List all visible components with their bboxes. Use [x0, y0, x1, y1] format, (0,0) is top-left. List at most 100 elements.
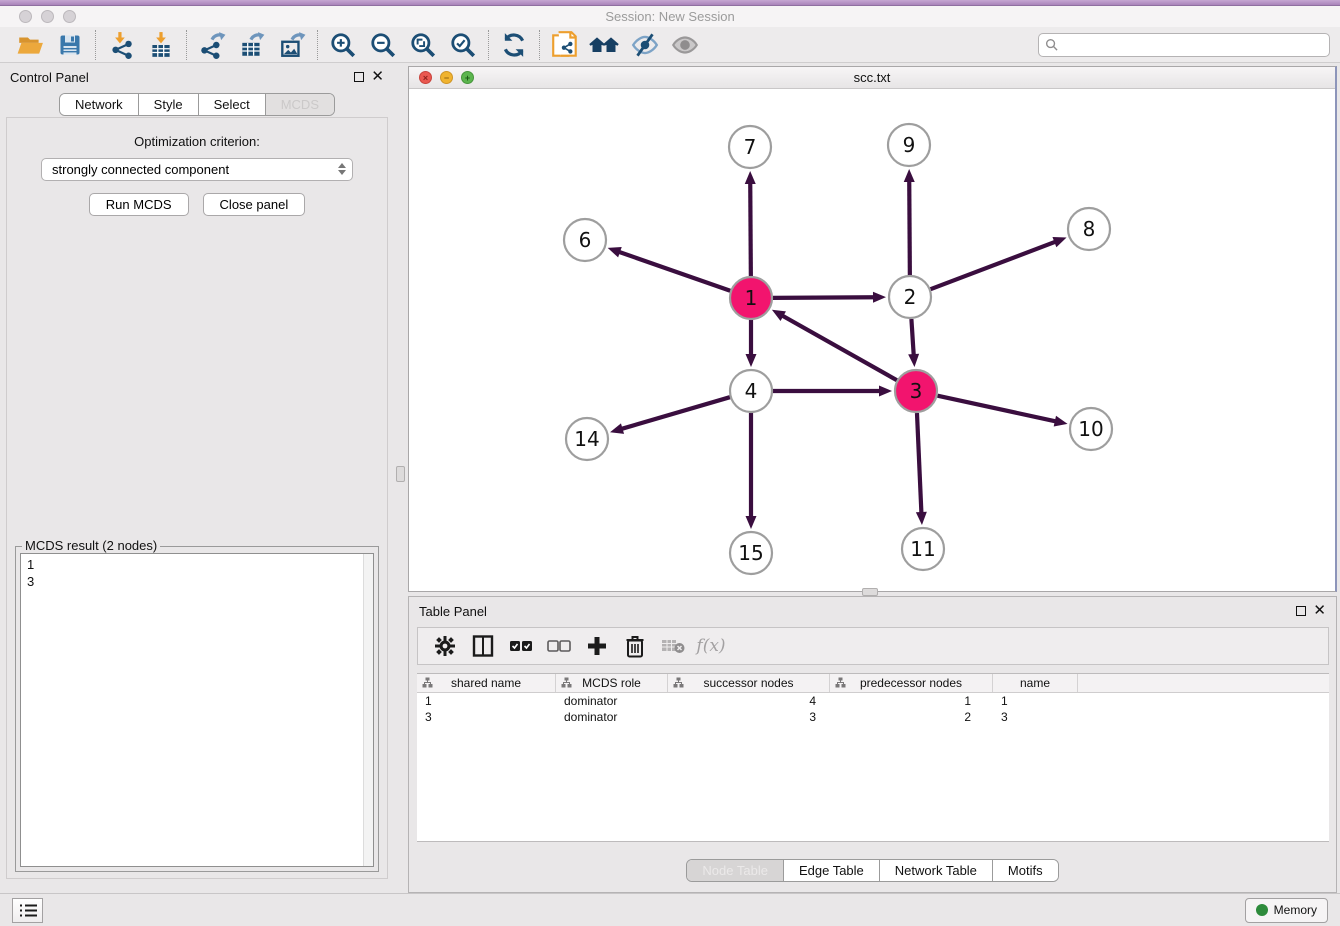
- tab-select[interactable]: Select: [198, 94, 265, 115]
- open-folder-icon: [16, 31, 44, 59]
- deselect-all-button[interactable]: [542, 631, 576, 661]
- open-session-button[interactable]: [10, 29, 50, 61]
- refresh-view-button[interactable]: [494, 29, 534, 61]
- zoom-selected-button[interactable]: [443, 29, 483, 61]
- table-row[interactable]: 1dominator411: [417, 693, 1329, 709]
- select-all-button[interactable]: [504, 631, 538, 661]
- table-panel: Table Panel ✕: [408, 596, 1337, 893]
- table-cell[interactable]: 3: [417, 709, 556, 725]
- float-table-panel-icon[interactable]: [1296, 606, 1306, 616]
- edge-4-14[interactable]: [620, 397, 730, 429]
- table-row[interactable]: 3dominator323: [417, 709, 1329, 725]
- tree-icon: [835, 677, 846, 688]
- table-cell[interactable]: 3: [668, 709, 830, 725]
- mcds-result-text[interactable]: 1 3: [21, 554, 363, 866]
- horizontal-splitter-handle[interactable]: [862, 588, 878, 596]
- tab-motifs[interactable]: Motifs: [992, 860, 1058, 881]
- edge-2-9[interactable]: [909, 179, 910, 275]
- zoom-fit-button[interactable]: [403, 29, 443, 61]
- zoom-out-icon: [369, 31, 397, 59]
- column-header-successor-nodes[interactable]: successor nodes: [668, 674, 830, 692]
- vertical-splitter-handle[interactable]: [396, 466, 405, 482]
- search-box: [1038, 33, 1330, 57]
- tab-network[interactable]: Network: [60, 94, 138, 115]
- table-cell[interactable]: 2: [830, 709, 993, 725]
- optimization-criterion-label: Optimization criterion:: [7, 134, 387, 149]
- edge-1-6[interactable]: [617, 251, 730, 291]
- close-table-panel-icon[interactable]: ✕: [1313, 606, 1326, 616]
- table-cell[interactable]: 3: [993, 709, 1078, 725]
- export-network-icon: [198, 31, 226, 59]
- zoom-out-button[interactable]: [363, 29, 403, 61]
- mcds-result-title: MCDS result (2 nodes): [22, 538, 160, 553]
- toolbar-divider: [186, 30, 187, 60]
- task-history-button[interactable]: [12, 898, 43, 923]
- column-header-predecessor-nodes[interactable]: predecessor nodes: [830, 674, 993, 692]
- list-icon: [19, 903, 37, 918]
- main-toolbar: [0, 27, 1340, 63]
- toolbar-divider: [539, 30, 540, 60]
- edge-arrowhead: [908, 354, 919, 367]
- table-cell[interactable]: 1: [830, 693, 993, 709]
- float-panel-icon[interactable]: [354, 72, 364, 82]
- zoom-in-button[interactable]: [323, 29, 363, 61]
- table-panel-title: Table Panel: [419, 604, 487, 619]
- import-network-button[interactable]: [101, 29, 141, 61]
- table-panel-header: Table Panel ✕: [409, 597, 1336, 625]
- hide-selected-button[interactable]: [625, 29, 665, 61]
- show-columns-button[interactable]: [466, 631, 500, 661]
- edge-3-1[interactable]: [781, 315, 897, 381]
- memory-label: Memory: [1274, 903, 1317, 917]
- function-builder-button[interactable]: f(x): [694, 631, 728, 661]
- edge-3-11[interactable]: [917, 413, 922, 515]
- column-header-name[interactable]: name: [993, 674, 1078, 692]
- result-scrollbar[interactable]: [363, 554, 373, 866]
- tab-node-table[interactable]: Node Table: [687, 860, 783, 881]
- delete-row-button[interactable]: [618, 631, 652, 661]
- close-panel-icon[interactable]: ✕: [371, 72, 384, 82]
- export-network-button[interactable]: [192, 29, 232, 61]
- edge-2-8[interactable]: [931, 241, 1058, 289]
- column-header-MCDS-role[interactable]: MCDS role: [556, 674, 668, 692]
- zoom-in-icon: [329, 31, 357, 59]
- new-network-from-selection-button[interactable]: [545, 29, 585, 61]
- table-cell[interactable]: 1: [417, 693, 556, 709]
- delete-table-button[interactable]: [656, 631, 690, 661]
- graph-node-label: 11: [910, 537, 935, 561]
- save-session-button[interactable]: [50, 29, 90, 61]
- columns-icon: [471, 634, 495, 658]
- tab-mcds[interactable]: MCDS: [265, 94, 334, 115]
- network-window-titlebar: × − + scc.txt: [409, 67, 1335, 89]
- table-cell[interactable]: 4: [668, 693, 830, 709]
- edge-1-7[interactable]: [750, 181, 751, 276]
- edge-arrowhead: [873, 292, 886, 303]
- add-row-button[interactable]: [580, 631, 614, 661]
- edge-3-10[interactable]: [937, 396, 1057, 422]
- show-graphics-details-button[interactable]: [665, 29, 705, 61]
- table-toolbar: f(x): [417, 627, 1329, 665]
- table-cell[interactable]: 1: [993, 693, 1078, 709]
- memory-button[interactable]: Memory: [1245, 898, 1328, 923]
- import-table-icon: [147, 31, 175, 59]
- column-header-shared-name[interactable]: shared name: [417, 674, 556, 692]
- edge-1-2[interactable]: [773, 297, 876, 298]
- first-neighbors-button[interactable]: [585, 29, 625, 61]
- tab-style[interactable]: Style: [138, 94, 198, 115]
- run-mcds-button[interactable]: Run MCDS: [89, 193, 189, 216]
- export-table-button[interactable]: [232, 29, 272, 61]
- table-cell[interactable]: dominator: [556, 709, 668, 725]
- search-input[interactable]: [1063, 38, 1323, 52]
- control-panel: Control Panel ✕ NetworkStyleSelectMCDS O…: [0, 63, 394, 893]
- edge-2-3[interactable]: [911, 319, 913, 357]
- close-panel-button[interactable]: Close panel: [203, 193, 306, 216]
- toolbar-divider: [317, 30, 318, 60]
- table-cell[interactable]: dominator: [556, 693, 668, 709]
- import-table-button[interactable]: [141, 29, 181, 61]
- optimization-criterion-select[interactable]: strongly connected component: [41, 158, 353, 181]
- tab-network-table[interactable]: Network Table: [879, 860, 992, 881]
- export-image-button[interactable]: [272, 29, 312, 61]
- network-canvas[interactable]: 7968124314101511: [409, 89, 1335, 591]
- table-settings-button[interactable]: [428, 631, 462, 661]
- tab-edge-table[interactable]: Edge Table: [783, 860, 879, 881]
- edge-arrowhead: [904, 169, 915, 182]
